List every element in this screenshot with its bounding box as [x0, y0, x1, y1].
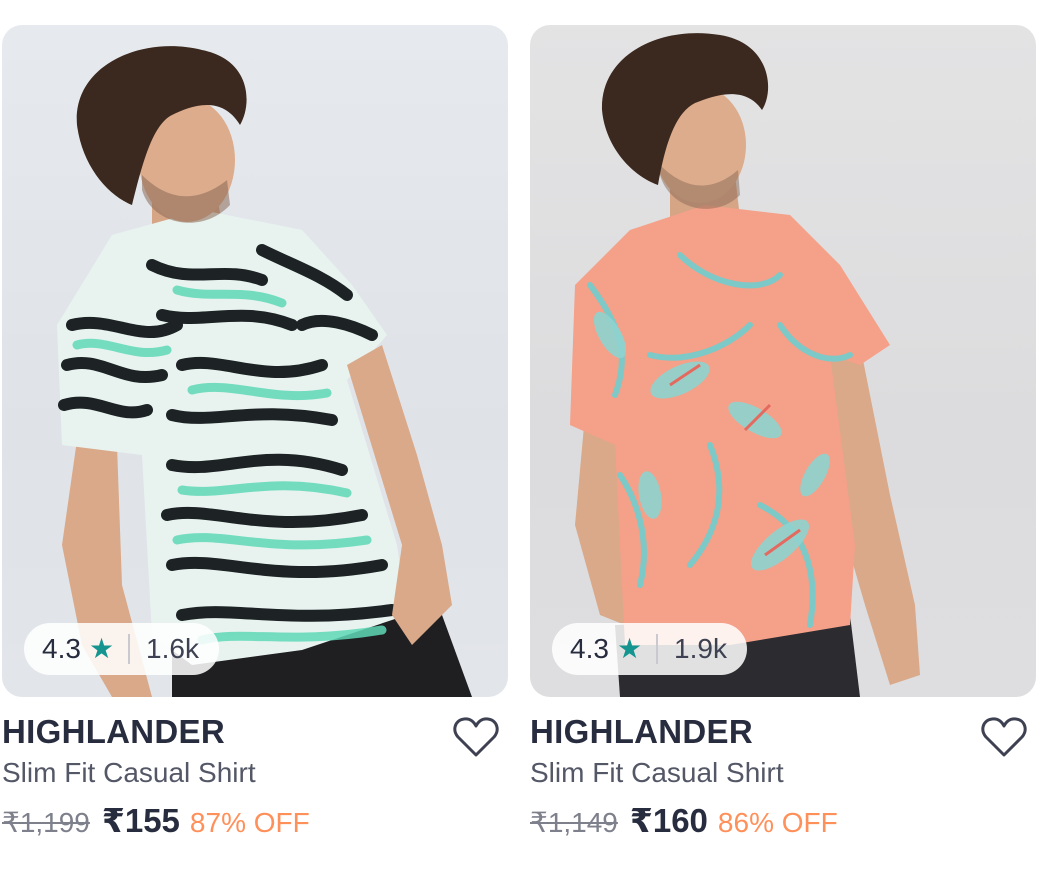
star-icon: ★ — [616, 633, 643, 664]
product-image[interactable]: 4.3 ★ 1.9k — [530, 25, 1036, 697]
selling-price: ₹155 — [101, 802, 180, 839]
rating-pill: 4.3 ★ 1.9k — [552, 623, 747, 675]
pill-divider — [128, 634, 131, 664]
star-icon: ★ — [88, 633, 115, 664]
mrp-price: ₹1,149 — [530, 807, 618, 838]
discount-label: 86% OFF — [717, 807, 838, 838]
rating-value: 4.3 — [42, 633, 81, 664]
pill-divider — [656, 634, 659, 664]
brand-name: HIGHLANDER — [530, 713, 753, 750]
product-photo-illustration — [570, 33, 920, 697]
mrp-price: ₹1,199 — [2, 807, 90, 838]
wishlist-button[interactable] — [452, 715, 500, 759]
price-row: ₹1,149 ₹160 86% OFF — [530, 801, 838, 840]
product-name: Slim Fit Casual Shirt — [2, 757, 256, 788]
wishlist-button[interactable] — [980, 715, 1028, 759]
discount-label: 87% OFF — [189, 807, 310, 838]
rating-pill: 4.3 ★ 1.6k — [24, 623, 219, 675]
price-row: ₹1,199 ₹155 87% OFF — [2, 801, 310, 840]
rating-value: 4.3 — [570, 633, 609, 664]
brand-name: HIGHLANDER — [2, 713, 225, 750]
product-card[interactable]: 4.3 ★ 1.9k HIGHLANDER Slim Fit Casual Sh… — [530, 25, 1036, 847]
selling-price: ₹160 — [629, 802, 708, 839]
product-info[interactable]: HIGHLANDER Slim Fit Casual Shirt ₹1,199 … — [2, 697, 508, 847]
product-image[interactable]: 4.3 ★ 1.6k — [2, 25, 508, 697]
rating-count: 1.6k — [146, 633, 199, 664]
product-card[interactable]: 4.3 ★ 1.6k HIGHLANDER Slim Fit Casual Sh… — [2, 25, 508, 847]
rating-count: 1.9k — [674, 633, 727, 664]
product-photo-illustration — [57, 46, 472, 697]
product-name: Slim Fit Casual Shirt — [530, 757, 784, 788]
product-info[interactable]: HIGHLANDER Slim Fit Casual Shirt ₹1,149 … — [530, 697, 1036, 847]
heart-outline-icon — [453, 717, 499, 757]
heart-outline-icon — [981, 717, 1027, 757]
